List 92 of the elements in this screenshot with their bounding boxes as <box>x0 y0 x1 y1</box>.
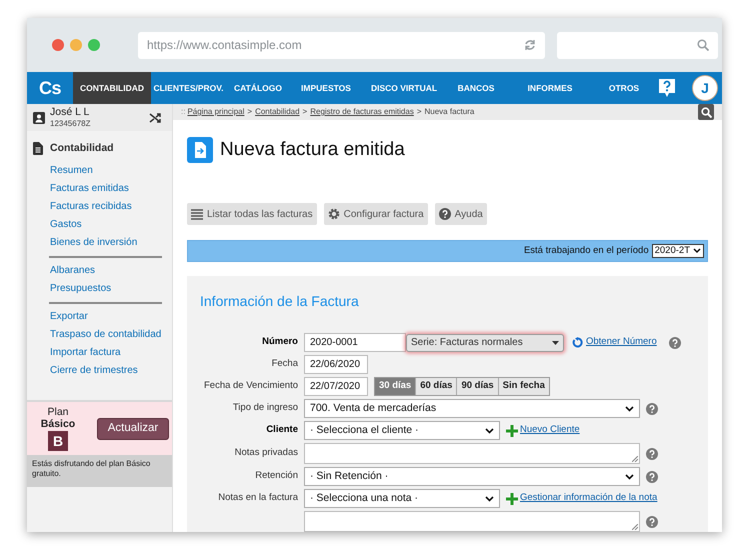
dropdown[interactable]: 700. Venta de mercaderías <box>304 399 640 418</box>
sidebar-link[interactable]: Albaranes <box>50 262 96 280</box>
breadcrumb-separator: > <box>416 106 422 118</box>
period-label: Está trabajando en el período <box>524 244 649 258</box>
sidebar-link[interactable]: Exportar <box>50 308 88 326</box>
chevron-down-icon <box>485 428 494 434</box>
field-label: Tipo de ingreso <box>232 401 298 416</box>
sidebar-link[interactable]: Traspaso de contabilidad <box>50 326 162 344</box>
sidebar-link[interactable]: Presupuestos <box>50 280 112 298</box>
link[interactable]: Obtener Número <box>586 335 657 350</box>
breadcrumb-link[interactable]: Contabilidad <box>255 106 300 118</box>
field-label: Fecha de Vencimiento <box>204 379 298 394</box>
settings-icon <box>328 208 340 220</box>
user-avatar[interactable]: J <box>692 75 718 101</box>
sidebar-link[interactable]: Bienes de inversión <box>50 234 138 252</box>
breadcrumb-separator: > <box>247 106 252 118</box>
dropdown[interactable]: · Selecciona una nota · <box>304 489 500 508</box>
search-button[interactable] <box>698 104 714 120</box>
option-button[interactable]: 90 días <box>456 378 498 395</box>
refresh-icon <box>572 337 583 348</box>
option-button[interactable]: 30 días <box>375 378 416 395</box>
search-field[interactable] <box>557 32 718 58</box>
breadcrumb-separator: > <box>302 106 308 118</box>
plus-icon <box>506 492 518 504</box>
resize-handle-icon <box>632 524 638 530</box>
period-select[interactable]: 2020-2T <box>652 244 704 258</box>
option-button[interactable]: 60 días <box>415 378 456 395</box>
field-label: Notas en la factura <box>218 491 298 506</box>
breadcrumb-current: Nueva factura <box>424 106 474 118</box>
toolbar-button[interactable]: Ayuda <box>434 203 487 225</box>
section-title: Información de la Factura <box>200 292 360 311</box>
option-button[interactable]: Sin fecha <box>498 378 549 395</box>
nav-tab[interactable]: BANCOS <box>446 72 506 104</box>
nav-tab[interactable]: OTROS <box>594 72 654 104</box>
search-icon <box>697 39 709 51</box>
plan-badge: B <box>48 431 68 451</box>
sidebar-link[interactable]: Cierre de trimestres <box>50 362 138 380</box>
plan-note: Estás disfrutando del plan Básico gratuito. <box>27 455 172 487</box>
list-icon <box>191 208 203 220</box>
field-label: Retención <box>255 469 298 484</box>
contact-card-icon <box>33 112 45 124</box>
date-field[interactable]: 22/06/2020 <box>304 355 368 374</box>
sidebar-link[interactable]: Facturas emitidas <box>50 180 129 198</box>
nav-tab[interactable]: DISCO VIRTUAL <box>362 72 446 104</box>
sidebar-link[interactable]: Facturas recibidas <box>50 198 132 216</box>
nav-tab[interactable]: CATÁLOGO <box>226 72 290 104</box>
user-name: José L L <box>50 106 90 118</box>
breadcrumb-separator: :: <box>181 106 186 118</box>
plan-label: Plan <box>47 406 68 418</box>
chevron-down-icon <box>625 474 634 480</box>
resize-handle-icon <box>632 456 638 462</box>
reload-icon <box>524 39 536 51</box>
toolbar-button[interactable]: Configurar factura <box>324 203 428 225</box>
toolbar-button[interactable]: Listar todas las facturas <box>187 203 317 225</box>
dropdown[interactable]: · Selecciona el cliente · <box>304 421 500 440</box>
field-label: Notas privadas <box>234 446 298 460</box>
plan-name: Básico <box>40 418 76 430</box>
help-icon <box>438 208 451 220</box>
chevron-down-icon <box>485 496 494 502</box>
user-id: 12345678Z <box>50 118 90 128</box>
app-logo[interactable]: Cs <box>27 72 73 104</box>
breadcrumb-link[interactable]: Registro de facturas emitidas <box>310 106 414 118</box>
plus-icon <box>506 424 518 436</box>
address-bar[interactable]: https://www.contasimple.com <box>138 32 545 58</box>
sidebar-link[interactable]: Importar factura <box>50 344 121 362</box>
series-dropdown[interactable]: Serie: Facturas normales <box>406 334 564 352</box>
field-label: Número <box>262 335 298 350</box>
shuffle-icon <box>149 112 161 124</box>
breadcrumb-link[interactable]: Página principal <box>187 106 244 118</box>
sidebar-section-title: Contabilidad <box>50 141 114 156</box>
nav-tab[interactable]: IMPUESTOS <box>290 72 362 104</box>
chevron-down-icon <box>693 248 701 254</box>
caret-down-icon <box>552 340 559 344</box>
field-label: Cliente <box>266 423 298 438</box>
text-area[interactable] <box>304 443 640 464</box>
page-title: Nueva factura emitida <box>220 138 405 162</box>
nav-tab[interactable]: CLIENTES/PROV. <box>151 72 226 104</box>
link[interactable]: Nuevo Cliente <box>520 423 580 438</box>
chevron-down-icon <box>625 406 634 412</box>
field-label: Fecha <box>272 357 298 372</box>
link[interactable]: Gestionar información de la nota <box>520 491 658 506</box>
sidebar-link[interactable]: Gastos <box>50 216 82 234</box>
date-field[interactable]: 22/07/2020 <box>304 377 368 396</box>
input-field[interactable]: 2020-0001 <box>304 333 406 352</box>
nav-tab[interactable]: INFORMES <box>506 72 594 104</box>
dropdown[interactable]: · Sin Retención · <box>304 467 640 486</box>
document-icon <box>33 142 43 156</box>
sidebar-link[interactable]: Resumen <box>50 162 93 180</box>
text-area[interactable] <box>304 511 640 532</box>
nav-tab[interactable]: CONTABILIDAD <box>73 72 151 104</box>
help-icon <box>658 78 676 98</box>
upgrade-button[interactable]: Actualizar <box>97 418 169 440</box>
